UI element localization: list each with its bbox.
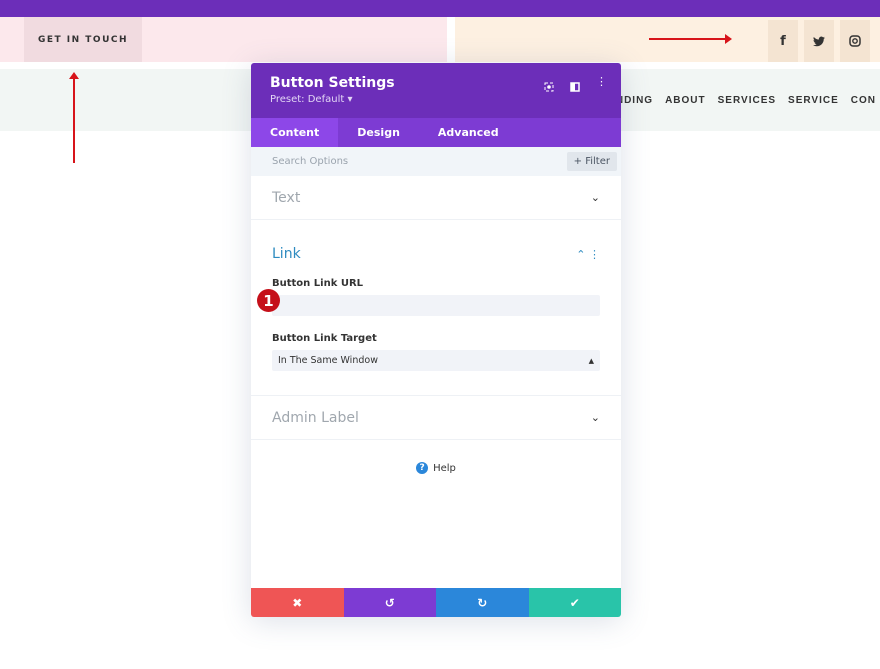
save-button[interactable]: ✔: [528, 588, 621, 617]
section-text[interactable]: Text ⌄: [251, 176, 621, 220]
get-in-touch-button[interactable]: GET IN TOUCH: [24, 17, 142, 62]
split-view-icon[interactable]: [570, 77, 580, 96]
help-link[interactable]: ? Help: [251, 462, 621, 474]
help-icon: ?: [416, 462, 429, 474]
cancel-button[interactable]: ✖: [251, 588, 344, 617]
section-title: Text: [272, 189, 301, 206]
link-target-label: Button Link Target: [272, 333, 377, 344]
link-url-input[interactable]: [272, 295, 600, 316]
section-title: Admin Label: [272, 409, 359, 426]
tab-advanced[interactable]: Advanced: [419, 118, 518, 147]
chevron-down-icon[interactable]: ⌄: [591, 411, 600, 424]
twitter-icon[interactable]: [804, 20, 834, 62]
section-admin-label[interactable]: Admin Label ⌄: [251, 396, 621, 440]
select-value: In The Same Window: [278, 355, 378, 366]
help-label: Help: [433, 462, 456, 474]
top-bar: [0, 0, 880, 17]
undo-icon: ↺: [384, 595, 395, 610]
nav-item-contact[interactable]: CON: [851, 95, 876, 106]
chevron-down-icon[interactable]: ⌄: [591, 191, 600, 204]
section-link: Link ⌃ ⋮ Button Link URL Button Link Targ…: [251, 220, 621, 396]
chevron-up-icon[interactable]: ⌃ ⋮: [576, 248, 600, 261]
check-icon: ✔: [569, 595, 580, 610]
redo-icon: ↻: [477, 595, 488, 610]
nav-item-services[interactable]: SERVICES: [718, 95, 776, 106]
search-options-input[interactable]: Search Options: [272, 156, 348, 167]
section-title: Link: [272, 246, 301, 262]
redo-button[interactable]: ↻: [436, 588, 529, 617]
link-target-select[interactable]: In The Same Window ▲: [272, 350, 600, 371]
annotation-arrow-up: [69, 72, 79, 163]
annotation-badge: 1: [257, 289, 280, 312]
undo-button[interactable]: ↺: [343, 588, 436, 617]
nav-item-service[interactable]: SERVICE: [788, 95, 839, 106]
select-arrows-icon: ▲: [588, 356, 594, 365]
fullscreen-icon[interactable]: [544, 77, 554, 96]
more-options-icon[interactable]: ⋮: [596, 76, 607, 96]
facebook-icon[interactable]: f: [768, 20, 798, 62]
button-settings-modal: Button Settings Preset: Default ▾ ⋮ Cont…: [251, 63, 621, 617]
annotation-arrow-right: [649, 34, 732, 44]
nav-item-about[interactable]: ABOUT: [665, 95, 706, 106]
instagram-icon[interactable]: [840, 20, 870, 62]
close-icon: ✖: [292, 595, 303, 610]
main-nav: ANDING ABOUT SERVICES SERVICE CON: [608, 95, 876, 106]
modal-header: Button Settings Preset: Default ▾ ⋮: [251, 63, 621, 118]
tab-content[interactable]: Content: [251, 118, 339, 147]
tab-design[interactable]: Design: [338, 118, 419, 147]
link-url-label: Button Link URL: [272, 278, 364, 289]
filter-button[interactable]: + Filter: [566, 152, 617, 171]
